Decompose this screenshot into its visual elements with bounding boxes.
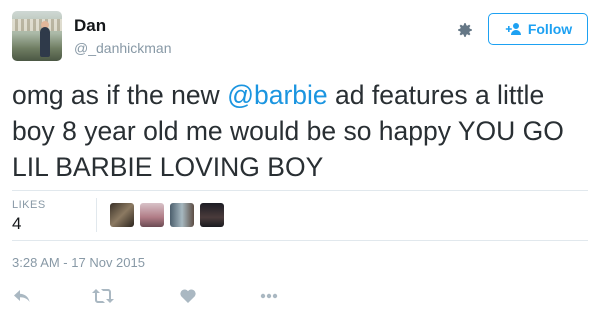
liker-avatar[interactable] — [170, 203, 194, 227]
like-button[interactable] — [180, 288, 196, 304]
reply-icon — [14, 290, 30, 302]
reply-button[interactable] — [14, 288, 30, 304]
user-handle[interactable]: @_danhickman — [74, 40, 172, 56]
likes-count[interactable]: 4 — [12, 214, 21, 234]
gear-icon[interactable] — [456, 21, 474, 39]
follow-button[interactable]: Follow — [488, 13, 588, 45]
more-dots-icon — [260, 293, 278, 299]
retweet-button[interactable] — [92, 288, 114, 304]
mention-link[interactable]: @barbie — [227, 80, 328, 110]
timestamp[interactable]: 3:28 AM - 17 Nov 2015 — [12, 255, 145, 270]
liker-avatars — [110, 203, 224, 227]
tweet-text: omg as if the new @barbie ad features a … — [12, 77, 592, 185]
heart-icon — [180, 289, 196, 303]
liker-avatar[interactable] — [200, 203, 224, 227]
likes-label: LIKES — [12, 199, 46, 211]
more-button[interactable] — [260, 288, 278, 304]
avatar[interactable] — [12, 11, 62, 61]
retweet-icon — [92, 289, 114, 303]
avatar-figure — [40, 27, 50, 57]
add-user-icon — [505, 23, 521, 35]
avatar-fence — [12, 19, 62, 31]
likes-separator — [96, 198, 97, 232]
tweet-text-part: omg as if the new — [12, 80, 228, 110]
divider — [12, 190, 588, 191]
divider — [12, 240, 588, 241]
liker-avatar[interactable] — [140, 203, 164, 227]
liker-avatar[interactable] — [110, 203, 134, 227]
display-name[interactable]: Dan — [74, 16, 106, 36]
follow-label: Follow — [527, 21, 573, 37]
